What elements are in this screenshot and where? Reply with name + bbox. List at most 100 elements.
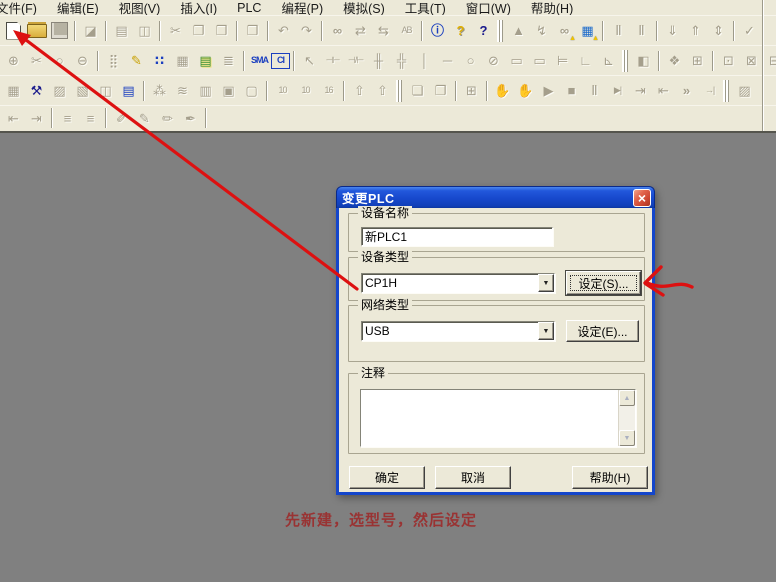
- coil-icon[interactable]: ○: [459, 49, 482, 73]
- find-icon[interactable]: ∞: [326, 19, 349, 43]
- zoom-100-icon[interactable]: ○: [48, 49, 71, 73]
- rung-comment-icon[interactable]: ✎: [125, 49, 148, 73]
- step-run-icon[interactable]: ▶|: [606, 79, 629, 103]
- network-type-combobox[interactable]: USB ▼: [361, 321, 555, 341]
- document-check-icon[interactable]: ◪: [79, 19, 102, 43]
- paste-special-icon[interactable]: ❒: [241, 19, 264, 43]
- replace-all-icon[interactable]: AB: [395, 19, 418, 43]
- copy-icon[interactable]: ❐: [187, 19, 210, 43]
- rung-list-icon[interactable]: ∷: [148, 49, 171, 73]
- cut-icon[interactable]: ✂: [164, 19, 187, 43]
- new-file-icon[interactable]: [2, 19, 25, 43]
- device-name-input[interactable]: [361, 227, 553, 246]
- network-type-dropdown-button[interactable]: ▼: [538, 322, 554, 340]
- device-type-combobox[interactable]: CP1H ▼: [361, 273, 555, 293]
- device-type-settings-button[interactable]: 设定(S)...: [566, 271, 641, 295]
- step-out-icon[interactable]: ⇤: [652, 79, 675, 103]
- watch-sheet-icon[interactable]: ⊞: [686, 49, 709, 73]
- find-in-project-icon[interactable]: ⇆: [372, 19, 395, 43]
- tile-windows-icon[interactable]: ❐: [429, 79, 452, 103]
- contact-closed-icon[interactable]: ⊣/⊢: [344, 49, 367, 73]
- force-on-icon[interactable]: ⇧: [348, 79, 371, 103]
- split-window-icon[interactable]: ◫: [94, 79, 117, 103]
- print-preview-icon[interactable]: ◫: [133, 19, 156, 43]
- work-online-icon[interactable]: ▲: [507, 19, 530, 43]
- horizontal-line-icon[interactable]: ─: [436, 49, 459, 73]
- toolbar-gripper[interactable]: [497, 20, 505, 42]
- project-tree-icon[interactable]: ≣: [217, 49, 240, 73]
- properties-icon[interactable]: ▤: [117, 79, 140, 103]
- scroll-up-button[interactable]: ▲: [619, 390, 635, 406]
- find-online-icon[interactable]: ∞▲: [553, 19, 576, 43]
- menu-item-file[interactable]: 文件(F): [0, 0, 47, 15]
- cross-reference-icon[interactable]: ⁂: [148, 79, 171, 103]
- pause-monitoring-icon[interactable]: Ⅱ: [607, 19, 630, 43]
- paste-icon[interactable]: ❒: [210, 19, 233, 43]
- zoom-custom-icon[interactable]: ✂: [25, 49, 48, 73]
- continuous-step-icon[interactable]: »: [675, 79, 698, 103]
- menu-item-help[interactable]: 帮助(H): [521, 0, 583, 15]
- simulator-online-icon[interactable]: ▦▲: [576, 19, 599, 43]
- close-button[interactable]: ×: [633, 189, 651, 207]
- menu-item-program[interactable]: 编程(P): [271, 0, 333, 15]
- pause-icon[interactable]: Ⅱ: [630, 19, 653, 43]
- vertical-line-icon[interactable]: │: [413, 49, 436, 73]
- workspace-icon[interactable]: ⊞: [460, 79, 483, 103]
- page-setup-icon[interactable]: ▢: [240, 79, 263, 103]
- instruction-icon[interactable]: ▭: [505, 49, 528, 73]
- outdent-icon[interactable]: ⇤: [2, 106, 25, 130]
- network-type-settings-button[interactable]: 设定(E)...: [566, 320, 639, 342]
- align-list-icon[interactable]: ≡: [56, 106, 79, 130]
- io-comment2-icon[interactable]: ⊠: [740, 49, 763, 73]
- run-icon[interactable]: ▶: [537, 79, 560, 103]
- menu-item-window[interactable]: 窗口(W): [456, 0, 521, 15]
- output-window-icon[interactable]: ▥: [194, 79, 217, 103]
- inverted-instruction-icon[interactable]: ▭: [528, 49, 551, 73]
- pause-debug-icon[interactable]: Ⅱ: [583, 79, 606, 103]
- contact-open-icon[interactable]: ⊣⊢: [321, 49, 344, 73]
- transfer-from-plc-icon[interactable]: ⇑: [684, 19, 707, 43]
- or-contact-open-icon[interactable]: ╫: [367, 49, 390, 73]
- symbol-table-icon[interactable]: ▧: [71, 79, 94, 103]
- edit-pen3-icon[interactable]: ✏: [156, 106, 179, 130]
- indent-icon[interactable]: ⇥: [25, 106, 48, 130]
- grid-icon[interactable]: ⣿: [102, 49, 125, 73]
- watch-window-icon[interactable]: ▣: [217, 79, 240, 103]
- toolbar-gripper[interactable]: [622, 50, 630, 72]
- edit-pen1-icon[interactable]: ✐: [110, 106, 133, 130]
- run-to-cursor-icon[interactable]: →|: [698, 79, 721, 103]
- menu-item-edit[interactable]: 编辑(E): [47, 0, 109, 15]
- hex-icon[interactable]: 16: [317, 79, 340, 103]
- undo-icon[interactable]: ↶: [272, 19, 295, 43]
- layers-icon[interactable]: ❖: [663, 49, 686, 73]
- force-off-icon[interactable]: ⇧: [371, 79, 394, 103]
- info-icon[interactable]: ⓘ: [426, 19, 449, 43]
- ok-button[interactable]: 确定: [349, 466, 425, 489]
- reverse-video-icon[interactable]: ◧: [632, 49, 655, 73]
- program-check-icon[interactable]: ✓: [738, 19, 761, 43]
- find-replace-icon[interactable]: ⇄: [349, 19, 372, 43]
- scroll-down-button[interactable]: ▼: [619, 430, 635, 446]
- step-in-icon[interactable]: ⇥: [629, 79, 652, 103]
- clipped-icon-r2[interactable]: ⊟: [763, 49, 776, 73]
- compare-with-plc-icon[interactable]: ⇕: [707, 19, 730, 43]
- toolbar-gripper[interactable]: [396, 80, 404, 102]
- comment-scrollbar[interactable]: ▲ ▼: [618, 390, 635, 446]
- ladder-view-icon[interactable]: ▤: [194, 49, 217, 73]
- ci-icon[interactable]: CI: [271, 53, 290, 69]
- stop-icon[interactable]: ■: [560, 79, 583, 103]
- menu-item-simulation[interactable]: 模拟(S): [333, 0, 395, 15]
- set-breakpoint-icon[interactable]: ✋: [491, 79, 514, 103]
- cascade-windows-icon[interactable]: ❏: [406, 79, 429, 103]
- zoom-out-icon[interactable]: ⊖: [71, 49, 94, 73]
- menu-item-insert[interactable]: 插入(I): [170, 0, 227, 15]
- select-cursor-icon[interactable]: ↖: [298, 49, 321, 73]
- help-icon[interactable]: ?: [449, 19, 472, 43]
- menu-item-tools[interactable]: 工具(T): [395, 0, 456, 15]
- address-reference-icon[interactable]: ≋: [171, 79, 194, 103]
- compile-icon[interactable]: ⚒: [25, 79, 48, 103]
- cancel-button[interactable]: 取消: [435, 466, 511, 489]
- comment-textarea[interactable]: [361, 390, 618, 446]
- device-type-dropdown-button[interactable]: ▼: [538, 274, 554, 292]
- edit-pen4-icon[interactable]: ✒: [179, 106, 202, 130]
